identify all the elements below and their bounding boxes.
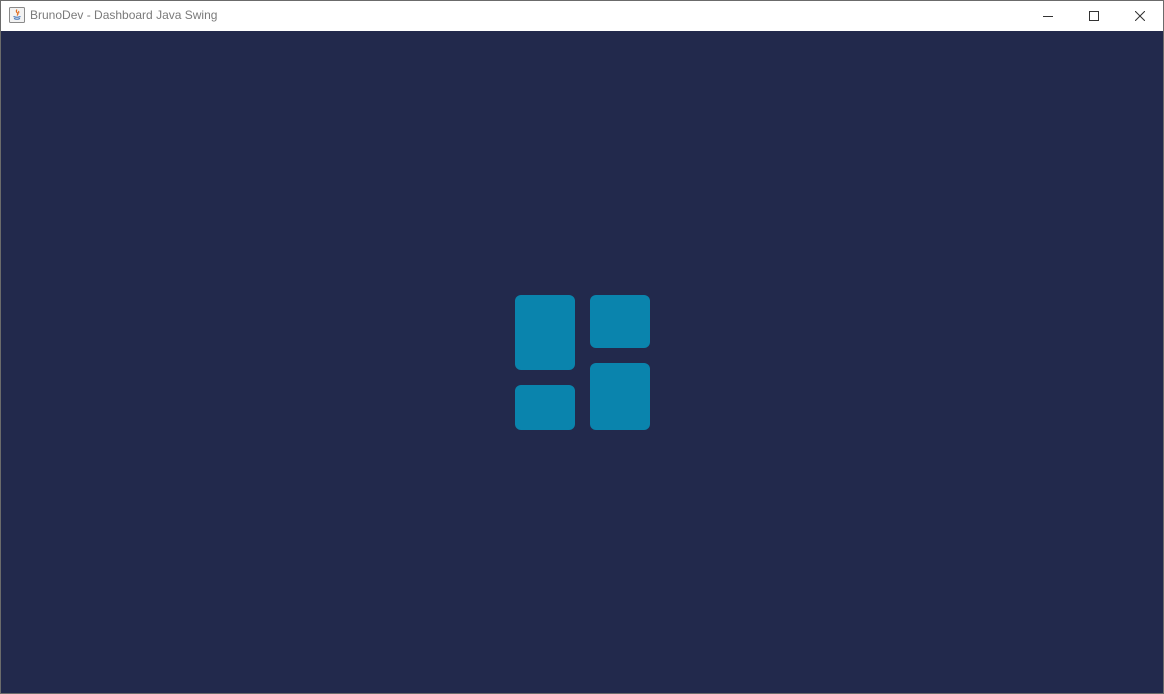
- maximize-button[interactable]: [1071, 1, 1117, 31]
- logo-tile-bottom-left: [515, 385, 575, 430]
- app-window: BrunoDev - Dashboard Java Swing: [0, 0, 1164, 694]
- window-title: BrunoDev - Dashboard Java Swing: [30, 8, 218, 22]
- dashboard-content: [1, 31, 1163, 693]
- dashboard-tiles-icon: [514, 294, 652, 432]
- close-icon: [1135, 11, 1145, 21]
- minimize-icon: [1043, 11, 1053, 21]
- minimize-button[interactable]: [1025, 1, 1071, 31]
- java-app-icon: [9, 7, 25, 23]
- close-button[interactable]: [1117, 1, 1163, 31]
- title-bar[interactable]: BrunoDev - Dashboard Java Swing: [1, 1, 1163, 31]
- logo-tile-bottom-right: [590, 363, 650, 430]
- maximize-icon: [1089, 11, 1099, 21]
- logo-tile-top-right: [590, 295, 650, 348]
- logo-tile-top-left: [515, 295, 575, 370]
